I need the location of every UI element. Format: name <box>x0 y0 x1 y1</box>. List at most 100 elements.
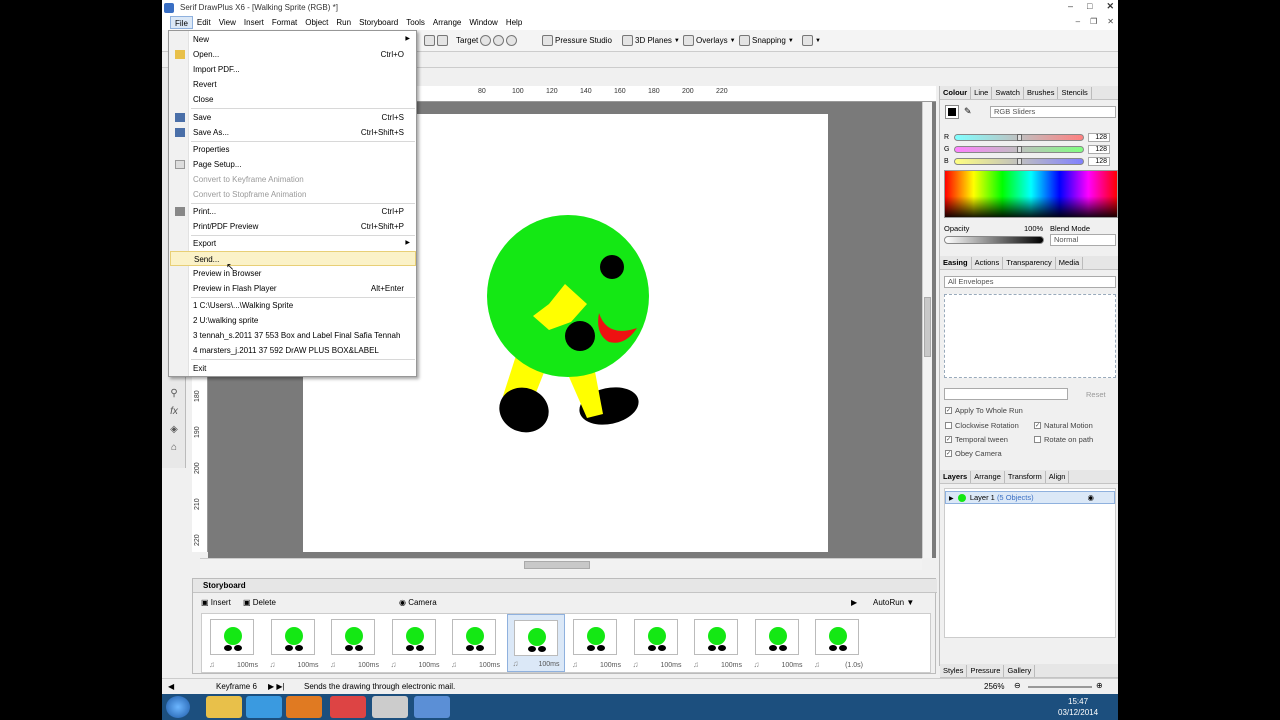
vertical-scrollbar[interactable] <box>922 102 932 558</box>
tab-transform[interactable]: Transform <box>1005 470 1046 483</box>
frame-thumbnail[interactable] <box>331 619 375 655</box>
fill-swatch[interactable] <box>945 105 959 119</box>
tab-layers[interactable]: Layers <box>940 470 972 483</box>
music-note-icon[interactable]: ♫ <box>572 660 578 669</box>
frame-duration[interactable]: (1.0s) <box>845 662 863 669</box>
tab-colour[interactable]: Colour <box>940 86 972 99</box>
tab-pressure[interactable]: Pressure <box>967 664 1005 677</box>
blue-slider-row[interactable]: B 128 <box>944 156 1116 166</box>
frame-duration[interactable]: 100ms <box>358 662 379 669</box>
easing-graph[interactable] <box>944 294 1116 378</box>
colour-mode-dropdown[interactable]: RGB Sliders <box>990 106 1116 118</box>
scroll-thumb[interactable] <box>924 297 931 357</box>
frame-thumbnail[interactable] <box>573 619 617 655</box>
frame-duration[interactable]: 100ms <box>600 662 621 669</box>
menu-save[interactable]: Save Ctrl+S <box>170 110 416 125</box>
red-value[interactable]: 128 <box>1088 132 1110 142</box>
storyboard-frame[interactable]: ♫ 100ms <box>506 614 565 672</box>
tab-actions[interactable]: Actions <box>972 256 1004 269</box>
delete-frame-button[interactable]: ▣ Delete <box>243 598 276 607</box>
storyboard-frame[interactable]: ♫ 100ms <box>628 614 686 672</box>
blend-mode-dropdown[interactable]: Normal <box>1050 234 1116 246</box>
green-slider-row[interactable]: G 128 <box>944 144 1116 154</box>
doc-restore-button[interactable]: ❐ <box>1090 17 1097 26</box>
frame-thumbnail[interactable] <box>210 619 254 655</box>
opacity-slider[interactable] <box>944 236 1044 244</box>
menu-new[interactable]: New ▶ <box>170 32 416 47</box>
transparency-tool-icon[interactable]: ⌂ <box>167 442 181 456</box>
doc-minimize-button[interactable]: – <box>1076 17 1080 26</box>
next-frame-button[interactable]: ▶ ▶| <box>268 682 285 691</box>
menu-preview-browser[interactable]: Preview in Browser <box>170 266 416 281</box>
storyboard-frame[interactable]: ♫ 100ms <box>204 614 262 672</box>
eyedropper-icon[interactable]: ✎ <box>964 106 972 117</box>
storyboard-frame[interactable]: ♫ (1.0s) <box>809 614 867 672</box>
frame-thumbnail[interactable] <box>270 619 315 655</box>
autorun-button[interactable]: AutoRun ▼ <box>873 598 914 607</box>
maximize-button[interactable]: □ <box>1087 1 1092 12</box>
clockwise-rotation-checkbox[interactable]: Clockwise Rotation <box>945 421 1019 430</box>
menu-open[interactable]: Open... Ctrl+O <box>170 47 416 62</box>
frame-thumbnail[interactable] <box>633 619 678 655</box>
menu-print[interactable]: Print... Ctrl+P <box>170 204 416 219</box>
tab-arrange[interactable]: Arrange <box>971 470 1005 483</box>
menu-send[interactable]: Send... <box>170 251 416 266</box>
menu-save-as[interactable]: Save As... Ctrl+Shift+S <box>170 125 416 140</box>
frame-duration[interactable]: 100ms <box>418 662 439 669</box>
sprite-left-foot[interactable] <box>493 381 555 439</box>
music-note-icon[interactable]: ♫ <box>270 660 276 669</box>
overlays-button[interactable]: Overlays ▼ <box>683 35 736 46</box>
music-note-icon[interactable]: ♫ <box>330 660 336 669</box>
zoom-out-icon[interactable]: ⊖ <box>1014 681 1021 690</box>
tab-align[interactable]: Align <box>1046 470 1070 483</box>
menu-run[interactable]: Run <box>332 16 355 29</box>
tab-styles[interactable]: Styles <box>940 664 968 677</box>
frame-thumbnail[interactable] <box>452 619 496 655</box>
frame-duration[interactable]: 100ms <box>237 662 258 669</box>
blue-value[interactable]: 128 <box>1088 156 1110 166</box>
checkbox-box[interactable]: ✓ <box>1034 422 1041 429</box>
menu-tools[interactable]: Tools <box>402 16 429 29</box>
menu-insert[interactable]: Insert <box>240 16 268 29</box>
reset-button[interactable]: Reset <box>1086 390 1106 399</box>
envelope-dropdown[interactable]: All Envelopes <box>944 276 1116 288</box>
storyboard-frame[interactable]: ♫ 100ms <box>265 614 323 672</box>
media-player-icon[interactable] <box>286 696 322 718</box>
layer-row[interactable]: ▶ Layer 1 (5 Objects) ◉ <box>945 491 1115 504</box>
expand-arrow-icon[interactable]: ▶ <box>949 496 954 502</box>
close-button[interactable]: ✕ <box>1106 1 1114 12</box>
tab-line[interactable]: Line <box>971 86 993 99</box>
music-note-icon[interactable]: ♫ <box>513 659 519 668</box>
menu-exit[interactable]: Exit <box>170 361 416 376</box>
tab-easing[interactable]: Easing <box>940 256 972 269</box>
menu-file[interactable]: File <box>170 16 193 29</box>
taskbar-window-icon[interactable] <box>372 696 408 718</box>
storyboard-frame[interactable]: ♫ 100ms <box>688 614 746 672</box>
easing-preset-dropdown[interactable] <box>944 388 1068 400</box>
target-button[interactable]: Target <box>456 35 518 46</box>
menu-format[interactable]: Format <box>268 16 301 29</box>
music-note-icon[interactable]: ♫ <box>209 660 215 669</box>
green-value[interactable]: 128 <box>1088 144 1110 154</box>
play-button[interactable]: ▶ <box>851 598 857 607</box>
storyboard-frame[interactable]: ♫ 100ms <box>446 614 504 672</box>
tab-media[interactable]: Media <box>1056 256 1084 269</box>
zoom-tool-icon[interactable]: ⚲ <box>167 388 181 402</box>
storyboard-frame[interactable]: ♫ 100ms <box>386 614 444 672</box>
slider-knob[interactable] <box>1017 133 1022 141</box>
storyboard-frame[interactable]: ♫ 100ms <box>567 614 625 672</box>
rotate-on-path-checkbox[interactable]: Rotate on path <box>1034 435 1093 444</box>
menu-recent-3[interactable]: 3 tennah_s.2011 37 553 Box and Label Fin… <box>170 328 416 343</box>
menu-help[interactable]: Help <box>502 16 526 29</box>
toolbar-icons-group[interactable] <box>424 35 448 46</box>
menu-recent-4[interactable]: 4 marsters_j.2011 37 592 DrAW PLUS BOX&L… <box>170 343 416 358</box>
menu-view[interactable]: View <box>215 16 240 29</box>
obey-camera-checkbox[interactable]: ✓ Obey Camera <box>945 449 1002 458</box>
scroll-thumb[interactable] <box>524 561 590 569</box>
distribute-icon[interactable] <box>437 35 448 46</box>
menu-revert[interactable]: Revert <box>170 77 416 92</box>
tab-transparency[interactable]: Transparency <box>1003 256 1056 269</box>
menu-arrange[interactable]: Arrange <box>429 16 465 29</box>
menu-recent-2[interactable]: 2 U:\walking sprite <box>170 313 416 328</box>
pressure-studio-button[interactable]: Pressure Studio <box>542 35 612 46</box>
